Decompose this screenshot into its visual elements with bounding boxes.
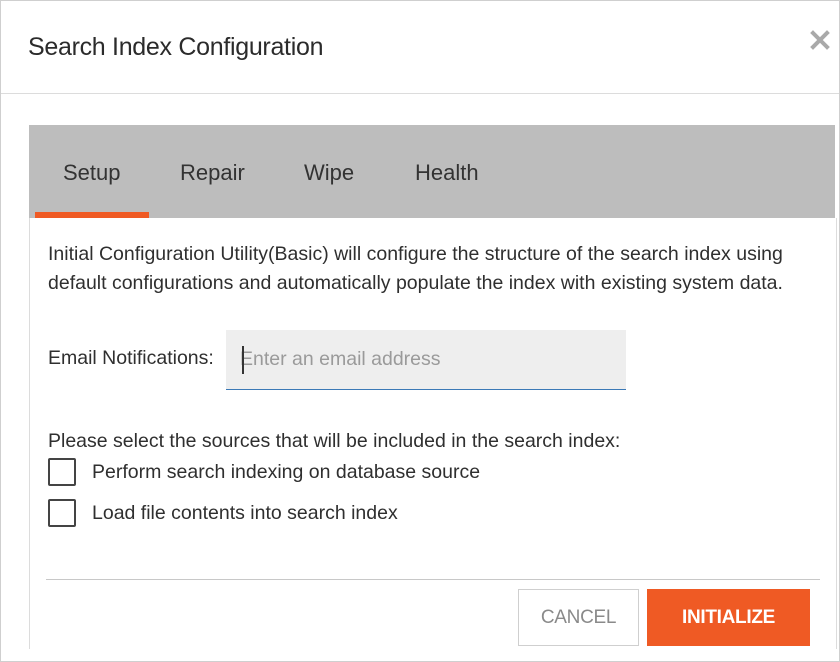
- setup-panel: Initial Configuration Utility(Basic) wil…: [29, 218, 837, 649]
- database-source-label: Perform search indexing on database sour…: [92, 461, 481, 483]
- tab-repair[interactable]: Repair: [180, 125, 280, 218]
- tab-health[interactable]: Health: [415, 125, 505, 218]
- email-notifications-label: Email Notifications:: [48, 347, 214, 369]
- file-contents-checkbox[interactable]: [48, 499, 76, 527]
- dialog-header: Search Index Configuration: [1, 1, 839, 94]
- footer-divider: [46, 579, 820, 580]
- tab-health-label: Health: [415, 160, 479, 185]
- source-option-database[interactable]: Perform search indexing on database sour…: [48, 458, 518, 486]
- dialog-title: Search Index Configuration: [28, 33, 324, 61]
- setup-description: Initial Configuration Utility(Basic) wil…: [48, 243, 783, 294]
- tab-setup-label: Setup: [63, 160, 121, 185]
- sources-label: Please select the sources that will be i…: [48, 430, 621, 452]
- database-source-checkbox[interactable]: [48, 458, 76, 486]
- source-option-files[interactable]: Load file contents into search index: [48, 499, 448, 527]
- email-field[interactable]: [226, 330, 626, 390]
- tab-wipe[interactable]: Wipe: [304, 125, 384, 218]
- file-contents-label: Load file contents into search index: [92, 502, 398, 524]
- tab-setup[interactable]: Setup: [35, 125, 149, 218]
- close-icon[interactable]: [809, 29, 831, 51]
- tab-bar: Setup Repair Wipe Health: [29, 125, 835, 218]
- search-index-config-dialog: Search Index Configuration Setup Repair …: [0, 0, 840, 662]
- text-cursor: [242, 346, 244, 374]
- tab-wipe-label: Wipe: [304, 160, 355, 185]
- cancel-button[interactable]: CANCEL: [518, 589, 639, 646]
- initialize-button[interactable]: INITIALIZE: [647, 589, 810, 646]
- tab-repair-label: Repair: [180, 160, 245, 185]
